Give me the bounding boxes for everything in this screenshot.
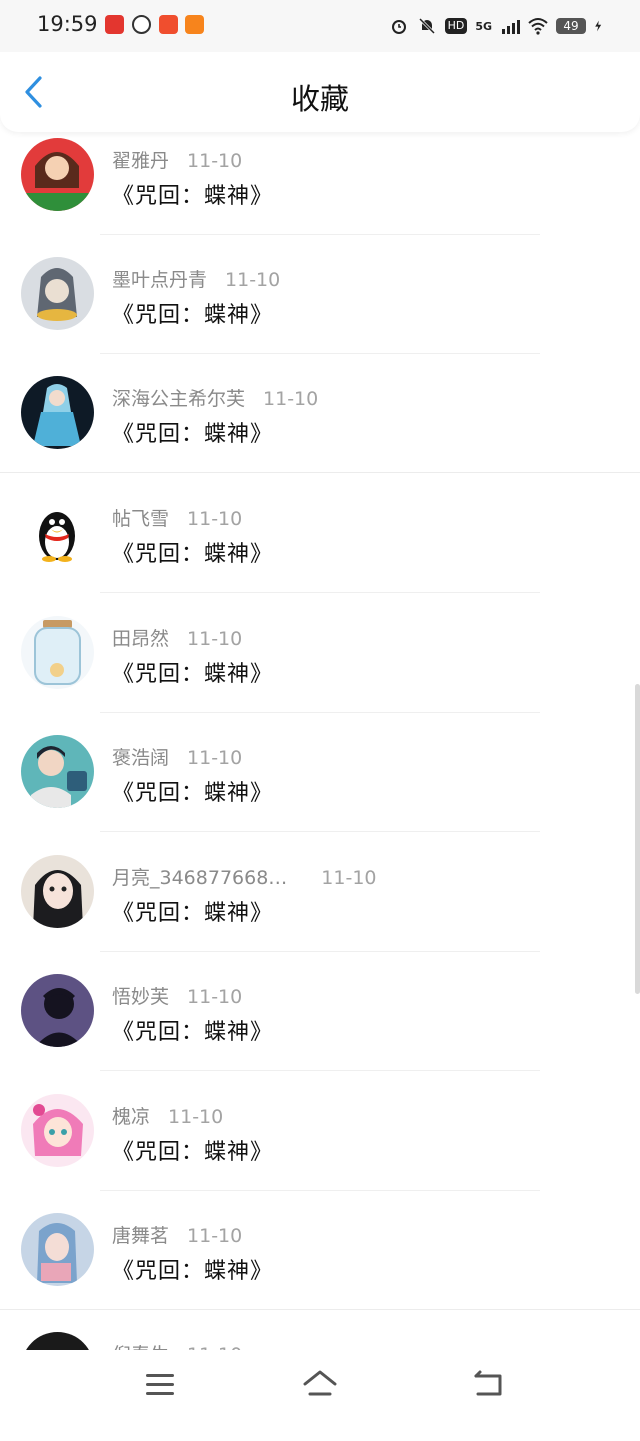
item-date: 11-10 (187, 747, 243, 769)
item-message: 《咒回：蝶神》 (112, 1140, 274, 1165)
app-notification-icon (159, 15, 178, 34)
item-message: 《咒回：蝶神》 (112, 1259, 274, 1284)
divider (0, 1309, 640, 1310)
user-name: 月亮_346877668… (112, 867, 288, 889)
item-date: 11-10 (187, 150, 243, 172)
avatar (21, 376, 94, 449)
list-item-meta: 月亮_346877668… 11-10 (112, 863, 377, 890)
user-name: 帖飞雪 (112, 508, 170, 530)
header-bar: 收藏 (0, 52, 640, 132)
avatar (21, 855, 94, 928)
list-item-meta: 墨叶点丹青 11-10 (112, 265, 280, 292)
list-item-meta: 田昂然 11-10 (112, 624, 242, 651)
charging-icon (595, 20, 602, 32)
status-icons: HD 5G 49 (389, 13, 606, 39)
penguin-icon (39, 512, 75, 562)
hd-badge: HD (444, 18, 468, 34)
user-name: 槐凉 (112, 1106, 151, 1128)
user-name: 唐舞茗 (112, 1225, 170, 1247)
status-time: 19:59 (37, 12, 98, 36)
item-date: 11-10 (187, 1225, 243, 1247)
item-date: 11-10 (187, 508, 243, 530)
mute-bell-icon (418, 17, 435, 35)
avatar (21, 496, 94, 569)
item-message: 《咒回：蝶神》 (112, 422, 274, 447)
item-date: 11-10 (187, 628, 243, 650)
list-item-meta: 褒浩阔 11-10 (112, 743, 242, 770)
item-message: 《咒回：蝶神》 (112, 1020, 274, 1045)
item-message: 《咒回：蝶神》 (112, 781, 274, 806)
system-nav-bar (0, 1350, 640, 1422)
item-date: 11-10 (187, 986, 243, 1008)
list-item[interactable]: 翟雅丹 11-10 《咒回：蝶神》 (0, 128, 640, 247)
list-item-meta: 深海公主希尔芙 11-10 (112, 384, 318, 411)
divider (100, 712, 540, 713)
list-item[interactable]: 悟妙芙 11-10 《咒回：蝶神》 (0, 964, 640, 1083)
menu-icon[interactable] (142, 1368, 178, 1400)
avatar (21, 974, 94, 1047)
avatar (21, 616, 94, 689)
item-date: 11-10 (225, 269, 281, 291)
battery-icon: 49 (556, 18, 586, 34)
user-name: 深海公主希尔芙 (112, 388, 246, 410)
avatar (21, 1094, 94, 1167)
app-notification-icon (185, 15, 204, 34)
back-icon[interactable] (470, 1368, 506, 1400)
network-5g-label: 5G (475, 19, 492, 33)
user-name: 墨叶点丹青 (112, 269, 208, 291)
wifi-icon (528, 18, 548, 35)
scrollbar[interactable] (635, 684, 640, 994)
avatar (21, 1213, 94, 1286)
app-notification-icon (132, 15, 151, 34)
list-item[interactable]: 唐舞茗 11-10 《咒回：蝶神》 (0, 1203, 640, 1322)
list-item[interactable]: 墨叶点丹青 11-10 《咒回：蝶神》 (0, 247, 640, 366)
list-item[interactable]: 褒浩阔 11-10 《咒回：蝶神》 (0, 725, 640, 844)
item-message: 《咒回：蝶神》 (112, 184, 274, 209)
divider (100, 592, 540, 593)
user-name: 翟雅丹 (112, 150, 170, 172)
list-item-meta: 帖飞雪 11-10 (112, 504, 242, 531)
divider (0, 472, 640, 473)
list-item[interactable]: 槐凉 11-10 《咒回：蝶神》 (0, 1084, 640, 1203)
list-item[interactable]: 帖飞雪 11-10 《咒回：蝶神》 (0, 486, 640, 605)
divider (100, 234, 540, 235)
item-message: 《咒回：蝶神》 (112, 303, 274, 328)
list-item-meta: 唐舞茗 11-10 (112, 1221, 242, 1248)
divider (100, 1070, 540, 1071)
item-date: 11-10 (263, 388, 319, 410)
list-item[interactable]: 田昂然 11-10 《咒回：蝶神》 (0, 606, 640, 725)
status-bar: 19:59 HD 5G 49 (0, 0, 640, 52)
alarm-icon (391, 20, 406, 34)
avatar (21, 138, 94, 211)
avatar (21, 257, 94, 330)
item-message: 《咒回：蝶神》 (112, 901, 274, 926)
list-item-meta: 翟雅丹 11-10 (112, 146, 242, 173)
user-name: 田昂然 (112, 628, 170, 650)
app-notification-icon (105, 15, 124, 34)
list-item-meta: 槐凉 11-10 (112, 1102, 223, 1129)
user-name: 悟妙芙 (112, 986, 170, 1008)
page-title: 收藏 (290, 82, 349, 116)
item-message: 《咒回：蝶神》 (112, 542, 274, 567)
home-icon[interactable] (302, 1368, 338, 1400)
user-name: 褒浩阔 (112, 747, 170, 769)
avatar (21, 735, 94, 808)
item-message: 《咒回：蝶神》 (112, 662, 274, 687)
divider (100, 951, 540, 952)
list-item[interactable]: 月亮_346877668… 11-10 《咒回：蝶神》 (0, 845, 640, 964)
signal-icon (502, 20, 520, 34)
divider (100, 1190, 540, 1191)
item-date: 11-10 (168, 1106, 224, 1128)
list-item-meta: 悟妙芙 11-10 (112, 982, 242, 1009)
list-item[interactable]: 深海公主希尔芙 11-10 《咒回：蝶神》 (0, 366, 640, 485)
divider (100, 831, 540, 832)
item-date: 11-10 (321, 867, 377, 889)
divider (100, 353, 540, 354)
